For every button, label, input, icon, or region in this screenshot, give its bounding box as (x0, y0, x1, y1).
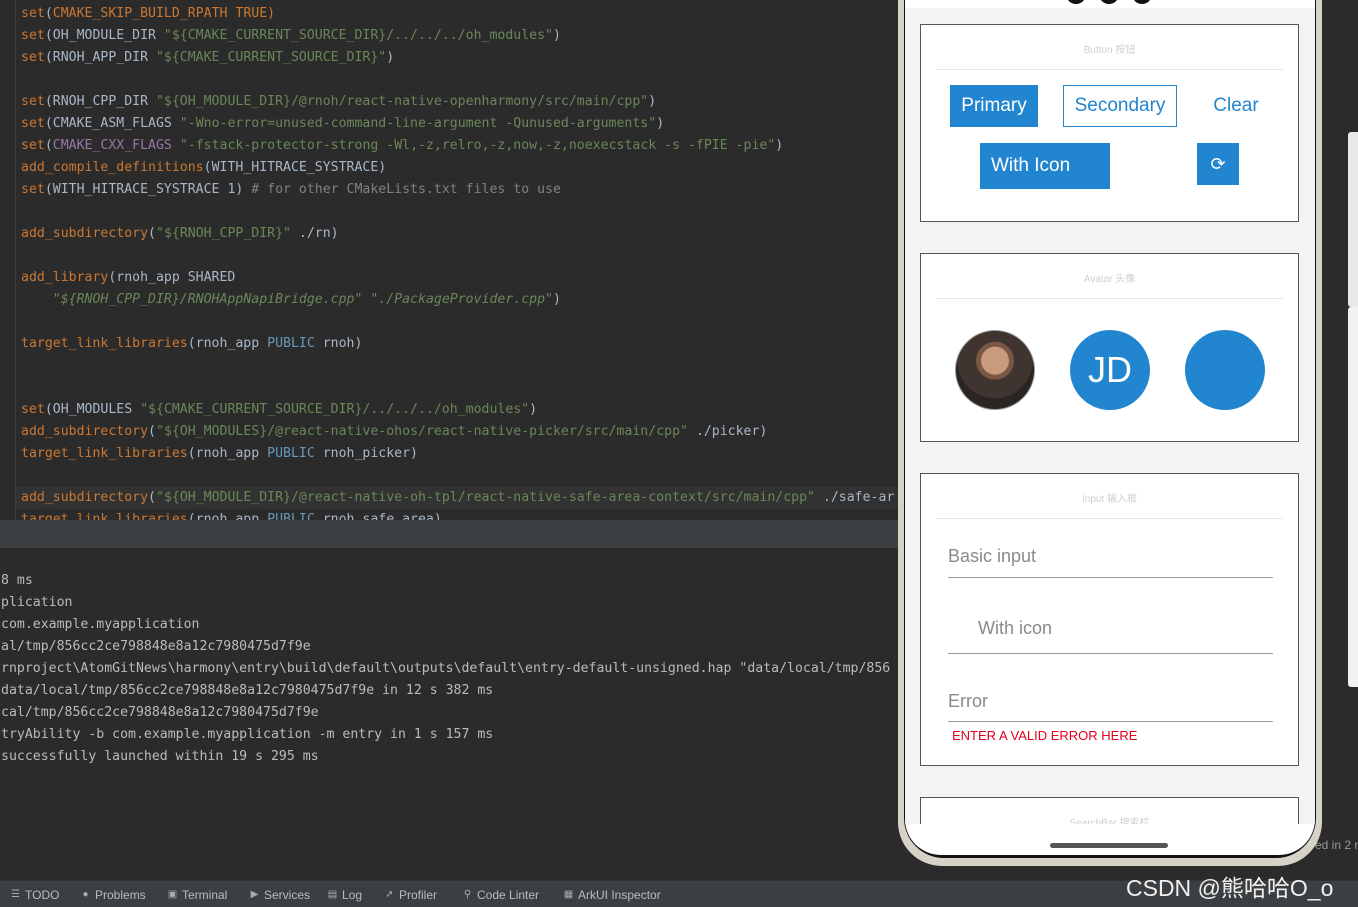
button-card: Button 按钮 Primary Secondary Clear With I… (920, 24, 1299, 222)
inspector-icon: ▦ (563, 889, 574, 900)
card-title: SearchBar 搜索栏 (1069, 818, 1150, 824)
card-title: Button 按钮 (1083, 45, 1136, 56)
avatar-initials[interactable]: JD (1070, 330, 1150, 410)
terminal-tab[interactable]: ▣ Terminal (167, 881, 228, 907)
code-line[interactable]: set(RNOH_CPP_DIR "${OH_MODULE_DIR}/@rnoh… (21, 91, 656, 113)
side-panel-tab[interactable] (1348, 307, 1358, 687)
code-line[interactable]: "${RNOH_CPP_DIR}/RNOHAppNapiBridge.cpp" … (21, 289, 561, 311)
profiler-tab[interactable]: ➚ Profiler (384, 881, 437, 907)
output-line: successfully launched within 19 s 295 ms (1, 749, 319, 764)
avatar-blank[interactable] (1185, 330, 1265, 410)
code-line[interactable]: add_library(rnoh_app SHARED (21, 267, 235, 289)
primary-button[interactable]: Primary (950, 85, 1038, 127)
services-tab[interactable]: ▶ Services (249, 881, 310, 907)
notification-text: ed in 2 m (1315, 838, 1358, 852)
warning-icon: ● (82, 889, 89, 900)
app-scroll-view[interactable]: Button 按钮 Primary Secondary Clear With I… (905, 8, 1315, 824)
code-line[interactable]: set(WITH_HITRACE_SYSTRACE 1) # for other… (21, 179, 561, 201)
watermark: CSDN @熊哈哈O_o (1126, 875, 1334, 901)
home-indicator[interactable] (1050, 843, 1168, 848)
phone-screen[interactable]: Button 按钮 Primary Secondary Clear With I… (905, 0, 1315, 855)
error-input[interactable]: Error (948, 691, 988, 712)
avatar-card: Avatar 头像 JD (920, 253, 1299, 442)
output-line: cal/tmp/856cc2ce798848e8a12c7980475d7f9e (1, 705, 319, 720)
input-underline (948, 653, 1273, 654)
editor-gutter (15, 0, 16, 520)
card-title: Input 输入框 (1081, 494, 1138, 505)
code-line[interactable]: target_link_libraries(rnoh_app PUBLIC rn… (21, 333, 362, 355)
code-line[interactable]: set(CMAKE_CXX_FLAGS "-fstack-protector-s… (21, 135, 783, 157)
searchbar-card: SearchBar 搜索栏 (920, 797, 1299, 824)
output-line: plication (1, 595, 73, 610)
camera-icon (1132, 0, 1152, 4)
code-line[interactable]: set(CMAKE_ASM_FLAGS "-Wno-error=unused-c… (21, 113, 664, 135)
run-output[interactable]: 8 ms plication com.example.myapplication… (0, 548, 898, 880)
profiler-icon: ➚ (385, 889, 394, 900)
code-line[interactable]: add_compile_definitions(WITH_HITRACE_SYS… (21, 157, 386, 179)
camera-icon (1099, 0, 1119, 4)
input-underline (948, 577, 1273, 578)
arkui-inspector-tab[interactable]: ▦ ArkUI Inspector (563, 881, 661, 907)
code-line[interactable]: target_link_libraries(rnoh_app PUBLIC rn… (21, 443, 418, 465)
side-panel-tab[interactable] (1348, 132, 1358, 307)
code-line[interactable]: target_link_libraries(rnoh_app PUBLIC rn… (21, 509, 442, 520)
code-editor[interactable]: set(CMAKE_SKIP_BUILD_RPATH TRUE) set(OH_… (0, 0, 898, 520)
with-icon-button[interactable]: With Icon (980, 143, 1110, 189)
output-line: rnproject\AtomGitNews\harmony\entry\buil… (1, 661, 891, 676)
code-line[interactable]: set(OH_MODULES "${CMAKE_CURRENT_SOURCE_D… (21, 399, 537, 421)
output-line: tryAbility -b com.example.myapplication … (1, 727, 494, 742)
services-icon: ▶ (250, 889, 259, 900)
output-line: com.example.myapplication (1, 617, 200, 632)
basic-input[interactable]: Basic input (948, 546, 1036, 567)
divider (936, 518, 1283, 519)
refresh-icon[interactable]: ⟳ (1197, 143, 1239, 185)
terminal-icon: ▣ (167, 889, 178, 900)
input-card: Input 输入框 Basic input With icon Error EN… (920, 473, 1299, 766)
code-line-current[interactable]: add_subdirectory("${OH_MODULE_DIR}/@reac… (16, 487, 898, 509)
code-line[interactable]: add_subdirectory("${RNOH_CPP_DIR}" ./rn) (21, 223, 339, 245)
log-tab[interactable]: ▤ Log (327, 881, 362, 907)
code-line[interactable]: set(RNOH_APP_DIR "${CMAKE_CURRENT_SOURCE… (21, 47, 394, 69)
output-line: al/tmp/856cc2ce798848e8a12c7980475d7f9e (1, 639, 311, 654)
clear-button[interactable]: Clear (1201, 85, 1271, 127)
avatar-photo[interactable] (955, 330, 1035, 410)
divider (936, 69, 1283, 70)
input-underline (948, 721, 1273, 722)
error-message: ENTER A VALID ERROR HERE (952, 728, 1138, 743)
camera-icon (1066, 0, 1086, 4)
list-icon: ☰ (11, 889, 20, 900)
output-line: 8 ms (1, 573, 33, 588)
secondary-button[interactable]: Secondary (1063, 85, 1177, 127)
todo-tab[interactable]: ☰ TODO (10, 881, 59, 907)
problems-tab[interactable]: ● Problems (80, 881, 145, 907)
log-icon: ▤ (327, 889, 338, 900)
output-line: data/local/tmp/856cc2ce798848e8a12c79804… (1, 683, 494, 698)
icon-input[interactable]: With icon (978, 618, 1052, 639)
card-title: Avatar 头像 (1083, 274, 1136, 285)
code-line[interactable]: set(OH_MODULE_DIR "${CMAKE_CURRENT_SOURC… (21, 25, 561, 47)
divider (936, 298, 1283, 299)
code-line[interactable]: set(CMAKE_SKIP_BUILD_RPATH TRUE) (21, 3, 275, 25)
code-linter-tab[interactable]: ⚲ Code Linter (462, 881, 539, 907)
linter-icon: ⚲ (463, 889, 472, 900)
code-line[interactable]: add_subdirectory("${OH_MODULES}/@react-n… (21, 421, 767, 443)
